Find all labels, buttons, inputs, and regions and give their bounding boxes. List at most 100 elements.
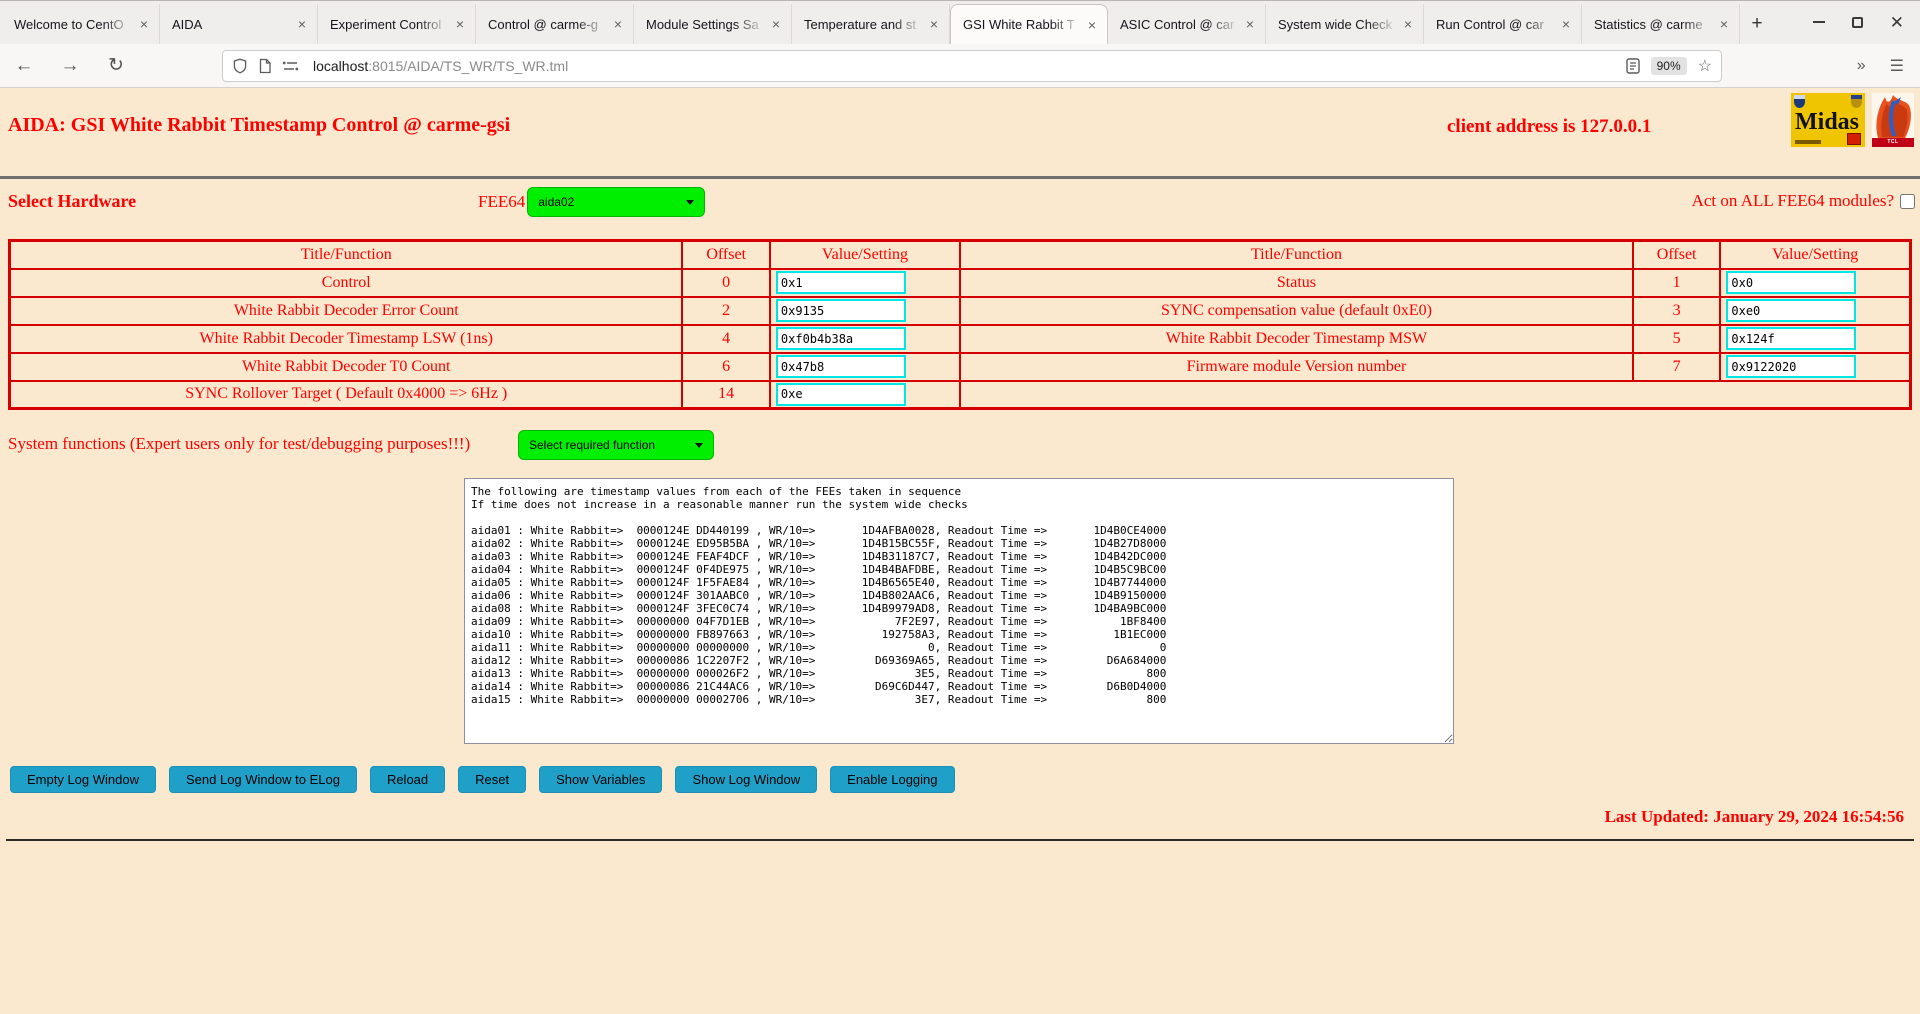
register-offset: 0: [682, 269, 769, 297]
tab-label: Control @ carme-g: [488, 17, 611, 32]
column-header: Title/Function: [10, 241, 683, 269]
browser-tab[interactable]: Control @ carme-g ×: [476, 4, 634, 44]
chevron-down-icon: [686, 200, 694, 205]
browser-tab[interactable]: Run Control @ car ×: [1424, 4, 1582, 44]
table-row: SYNC Rollover Target ( Default 0x4000 =>…: [10, 381, 1911, 409]
register-value-input[interactable]: [776, 299, 906, 322]
action-button[interactable]: Show Log Window: [675, 766, 817, 793]
reload-icon[interactable]: ↻: [104, 54, 128, 77]
fee64-select[interactable]: aida02: [527, 187, 705, 217]
tab-close-icon[interactable]: ×: [927, 16, 941, 32]
tab-close-icon[interactable]: ×: [1243, 16, 1257, 32]
browser-tab[interactable]: System wide Check ×: [1266, 4, 1424, 44]
column-header: Offset: [682, 241, 769, 269]
window-controls: ✕: [1797, 0, 1920, 44]
url-text[interactable]: localhost:8015/AIDA/TS_WR/TS_WR.tml: [313, 58, 568, 74]
browser-tab[interactable]: ASIC Control @ car ×: [1108, 4, 1266, 44]
reader-mode-icon[interactable]: [1626, 58, 1640, 74]
url-host: localhost: [313, 58, 368, 74]
tab-close-icon[interactable]: ×: [611, 16, 625, 32]
empty-cell: [960, 381, 1911, 409]
table-row: Control 0 Status 1: [10, 269, 1911, 297]
new-tab-button[interactable]: +: [1740, 4, 1774, 44]
register-value-input[interactable]: [776, 271, 906, 294]
overflow-menu-icon[interactable]: »: [1857, 57, 1864, 75]
midas-logo-text: Midas: [1795, 109, 1859, 136]
register-value-input[interactable]: [1726, 299, 1856, 322]
register-offset: 3: [1633, 297, 1720, 325]
tab-close-icon[interactable]: ×: [1085, 17, 1099, 33]
hamburger-menu-icon[interactable]: ☰: [1890, 56, 1904, 76]
select-hardware-row: Select Hardware FEE64 aida02 Act on ALL …: [0, 179, 1920, 225]
column-header: Value/Setting: [770, 241, 960, 269]
forward-icon[interactable]: →: [58, 55, 82, 77]
tab-close-icon[interactable]: ×: [295, 16, 309, 32]
register-value-input[interactable]: [1726, 271, 1856, 294]
fee64-select-value: aida02: [538, 195, 574, 209]
bookmark-star-icon[interactable]: ☆: [1698, 56, 1712, 76]
log-textarea[interactable]: [464, 478, 1454, 744]
tab-label: Welcome to CentO: [14, 17, 137, 32]
action-button[interactable]: Enable Logging: [830, 766, 954, 793]
table-row: White Rabbit Decoder T0 Count 6 Firmware…: [10, 353, 1911, 381]
register-value-input[interactable]: [776, 383, 906, 406]
connection-icon[interactable]: [282, 59, 299, 73]
column-header: Title/Function: [960, 241, 1633, 269]
action-button[interactable]: Empty Log Window: [10, 766, 156, 793]
register-title: Status: [960, 269, 1633, 297]
close-icon[interactable]: ✕: [1890, 17, 1904, 28]
action-button[interactable]: Send Log Window to ELog: [169, 766, 357, 793]
page-header: AIDA: GSI White Rabbit Timestamp Control…: [0, 88, 1920, 176]
zoom-level-badge[interactable]: 90%: [1651, 57, 1687, 75]
url-bar[interactable]: localhost:8015/AIDA/TS_WR/TS_WR.tml 90% …: [222, 50, 1722, 82]
url-path: :8015/AIDA/TS_WR/TS_WR.tml: [368, 58, 568, 74]
shield-emblem-icon: [1794, 95, 1805, 108]
browser-tab[interactable]: Module Settings Sa ×: [634, 4, 792, 44]
midas-logo-badge: [1847, 133, 1861, 145]
back-icon[interactable]: ←: [12, 55, 36, 77]
register-offset: 4: [682, 325, 769, 353]
maximize-icon[interactable]: [1852, 17, 1863, 28]
browser-toolbar: ← → ↻ localhost:8015/AIDA/TS_WR/TS_WR.tm…: [0, 44, 1920, 88]
browser-tab[interactable]: Temperature and st ×: [792, 4, 950, 44]
register-title: SYNC Rollover Target ( Default 0x4000 =>…: [10, 381, 683, 409]
tab-label: GSI White Rabbit T: [963, 17, 1085, 32]
tab-label: System wide Check: [1278, 17, 1401, 32]
register-value-input[interactable]: [1726, 327, 1856, 350]
register-offset: 14: [682, 381, 769, 409]
system-functions-label: System functions (Expert users only for …: [8, 434, 470, 454]
action-button[interactable]: Reload: [370, 766, 445, 793]
action-button[interactable]: Show Variables: [539, 766, 662, 793]
shield-emblem-icon: [1851, 95, 1862, 108]
shield-icon[interactable]: [232, 58, 248, 74]
tab-close-icon[interactable]: ×: [137, 16, 151, 32]
midas-logo-subtext: [1795, 140, 1821, 144]
browser-tab[interactable]: Experiment Control ×: [318, 4, 476, 44]
page-content: AIDA: GSI White Rabbit Timestamp Control…: [0, 88, 1920, 1014]
minimize-icon[interactable]: [1813, 21, 1825, 23]
browser-tab[interactable]: Statistics @ carme ×: [1582, 4, 1740, 44]
tab-close-icon[interactable]: ×: [769, 16, 783, 32]
column-header: Value/Setting: [1720, 241, 1910, 269]
browser-tab[interactable]: GSI White Rabbit T ×: [950, 4, 1108, 44]
page-icon[interactable]: [258, 58, 272, 74]
action-button[interactable]: Reset: [458, 766, 526, 793]
fee64-label: FEE64: [478, 192, 525, 212]
tab-close-icon[interactable]: ×: [1717, 16, 1731, 32]
register-value-input[interactable]: [776, 327, 906, 350]
system-functions-select[interactable]: Select required function: [518, 430, 714, 460]
tcl-powered-logo: TCL POWERED: [1872, 93, 1914, 147]
register-offset: 2: [682, 297, 769, 325]
register-value-input[interactable]: [1726, 355, 1856, 378]
act-on-all-checkbox[interactable]: [1900, 194, 1915, 209]
tab-close-icon[interactable]: ×: [1559, 16, 1573, 32]
registers-header-row: Title/Function Offset Value/Setting Titl…: [10, 241, 1911, 269]
registers-table: Title/Function Offset Value/Setting Titl…: [8, 239, 1912, 410]
chevron-down-icon: [695, 443, 703, 448]
register-offset: 7: [1633, 353, 1720, 381]
tab-close-icon[interactable]: ×: [1401, 16, 1415, 32]
browser-tab[interactable]: Welcome to CentO ×: [2, 4, 160, 44]
tab-close-icon[interactable]: ×: [453, 16, 467, 32]
browser-tab[interactable]: AIDA ×: [160, 4, 318, 44]
register-value-input[interactable]: [776, 355, 906, 378]
